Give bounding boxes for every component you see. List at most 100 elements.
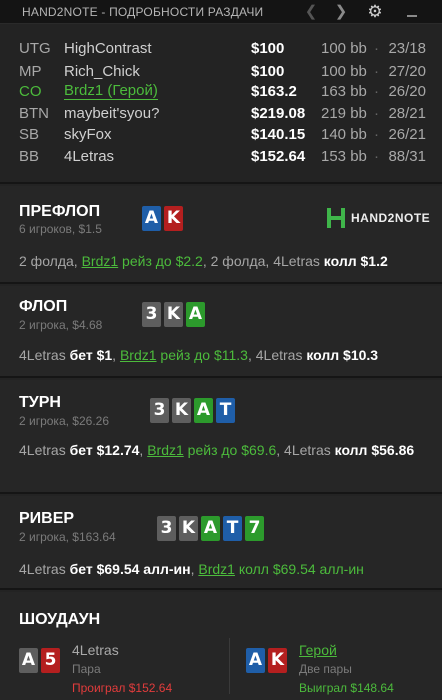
street-title: ФЛОП [19, 298, 68, 315]
action-text: 4Letras [19, 561, 70, 577]
hero-result: Выиграл $148.64 [299, 681, 394, 695]
villain-hand: Пара [72, 662, 101, 676]
playing-card: K [179, 516, 198, 541]
action-text: 4Letras [19, 442, 70, 458]
player-stack: $152.64 [251, 148, 306, 165]
action-text: , 4Letras [276, 442, 335, 458]
street-pot: 2 игрока, $4.68 [19, 318, 103, 332]
separator-dot: · [374, 63, 379, 80]
players-table: UTG HighContrast $100 100 bb · 23/18 MP Rich_Ch… [0, 24, 442, 184]
street-pot: 2 игрока, $26.26 [19, 414, 109, 428]
title-bar: HAND2NOTE - ПОДРОБНОСТИ РАЗДАЧИ ❮ ❯ ⚙ [0, 0, 442, 24]
action-text: бет $69.54 алл-ин [69, 561, 191, 577]
action-text: 2 фолда, [19, 253, 82, 269]
hand2note-logo: HAND2NOTE [327, 207, 430, 229]
action-text: , [112, 347, 120, 363]
player-stats: 23/18 [388, 40, 426, 57]
player-stack-bb: 100 bb [321, 63, 367, 80]
hero-name[interactable]: Герой [299, 642, 337, 658]
player-stack: $219.08 [251, 105, 306, 122]
player-stats: 26/21 [388, 126, 426, 143]
playing-card: A [201, 516, 220, 541]
player-stats: 27/20 [388, 63, 426, 80]
player-stack-bb: 153 bb [321, 148, 367, 165]
action-text: , 4Letras [247, 347, 307, 363]
playing-card: T [223, 516, 242, 541]
separator-dot: · [374, 83, 379, 100]
separator-dot: · [374, 40, 379, 57]
player-position: MP [19, 63, 42, 80]
playing-card: 3 [157, 516, 176, 541]
hero-showdown-cards: AK [246, 648, 287, 673]
chevron-left-icon[interactable]: ❮ [300, 1, 322, 23]
window-title: HAND2NOTE - ПОДРОБНОСТИ РАЗДАЧИ [22, 5, 264, 19]
action-text: бет $1 [69, 347, 113, 363]
logo-text: HAND2NOTE [351, 211, 431, 225]
hero-hole-cards: AK [142, 206, 183, 231]
playing-card: K [172, 398, 191, 423]
player-stack: $163.2 [251, 83, 297, 100]
action-text: колл $10.3 [306, 347, 379, 363]
action-text: рейз до $11.3 [156, 347, 248, 363]
player-position: CO [19, 83, 42, 100]
hero-link[interactable]: Brdz1 [198, 561, 235, 577]
player-name[interactable]: HighContrast [64, 40, 152, 57]
player-stack: $140.15 [251, 126, 306, 143]
playing-card: 3 [142, 302, 161, 327]
board-cards: 3KAT7 [157, 516, 264, 541]
action-text: , 2 фолда, 4Letras [202, 253, 324, 269]
player-stats: 26/20 [388, 83, 426, 100]
hero-link[interactable]: Brdz1 [147, 442, 184, 458]
preflop-actions: 2 фолда, Brdz1 рейз до $2.2, 2 фолда, 4L… [19, 251, 429, 272]
playing-card: 7 [245, 516, 264, 541]
separator-dot: · [374, 126, 379, 143]
action-text: рейз до $2.2 [118, 253, 203, 269]
river-actions: 4Letras бет $69.54 алл-ин, Brdz1 колл $6… [19, 559, 429, 580]
player-position: BTN [19, 105, 49, 122]
hero-link[interactable]: Brdz1 [82, 253, 119, 269]
hero-link[interactable]: Brdz1 [120, 347, 157, 363]
playing-card: A [194, 398, 213, 423]
playing-card: K [164, 206, 183, 231]
player-name[interactable]: Rich_Chick [64, 63, 140, 80]
action-text: 4Letras [19, 347, 70, 363]
playing-card: 3 [150, 398, 169, 423]
player-position: UTG [19, 40, 51, 57]
minimize-icon[interactable] [401, 1, 423, 23]
player-row[interactable]: SB skyFox $140.15 140 bb · 26/21 [0, 126, 442, 148]
playing-card: K [268, 648, 287, 673]
board-cards: 3KA [142, 302, 205, 327]
street-title: РИВЕР [19, 510, 75, 527]
villain-name: 4Letras [72, 642, 119, 658]
player-name[interactable]: 4Letras [64, 148, 114, 165]
hand2note-logo-icon [327, 208, 347, 228]
street-title: ТУРН [19, 394, 61, 411]
chevron-right-icon[interactable]: ❯ [330, 1, 352, 23]
player-row[interactable]: BB 4Letras $152.64 153 bb · 88/31 [0, 148, 442, 170]
street-pot: 2 игрока, $163.64 [19, 530, 116, 544]
action-text: колл $56.86 [334, 442, 415, 458]
action-text: бет $12.74 [69, 442, 140, 458]
gear-icon[interactable]: ⚙ [364, 1, 386, 23]
player-name[interactable]: skyFox [64, 126, 112, 143]
player-row[interactable]: BTN maybeit'syou? $219.08 219 bb · 28/21 [0, 105, 442, 127]
board-cards: 3KAT [150, 398, 235, 423]
street-title: ПРЕФЛОП [19, 203, 101, 220]
player-row[interactable]: UTG HighContrast $100 100 bb · 23/18 [0, 40, 442, 62]
playing-card: A [19, 648, 38, 673]
villain-cards: A5 [19, 648, 60, 673]
player-name[interactable]: Brdz1 (Герой) [64, 83, 158, 100]
showdown-title: ШОУДАУН [19, 611, 101, 628]
playing-card: K [164, 302, 183, 327]
player-stack-bb: 100 bb [321, 40, 367, 57]
action-text: рейз до $69.6 [183, 442, 277, 458]
player-name[interactable]: maybeit'syou? [64, 105, 159, 122]
street-pot: 6 игроков, $1.5 [19, 222, 102, 236]
turn-actions: 4Letras бет $12.74, Brdz1 рейз до $69.6,… [19, 440, 429, 461]
playing-card: 5 [41, 648, 60, 673]
player-row[interactable]: CO Brdz1 (Герой) $163.2 163 bb · 26/20 [0, 83, 442, 105]
flop-actions: 4Letras бет $1, Brdz1 рейз до $11.3, 4Le… [19, 345, 429, 366]
showdown-divider [229, 638, 230, 694]
villain-result: Проиграл $152.64 [72, 681, 173, 695]
player-position: BB [19, 148, 40, 165]
